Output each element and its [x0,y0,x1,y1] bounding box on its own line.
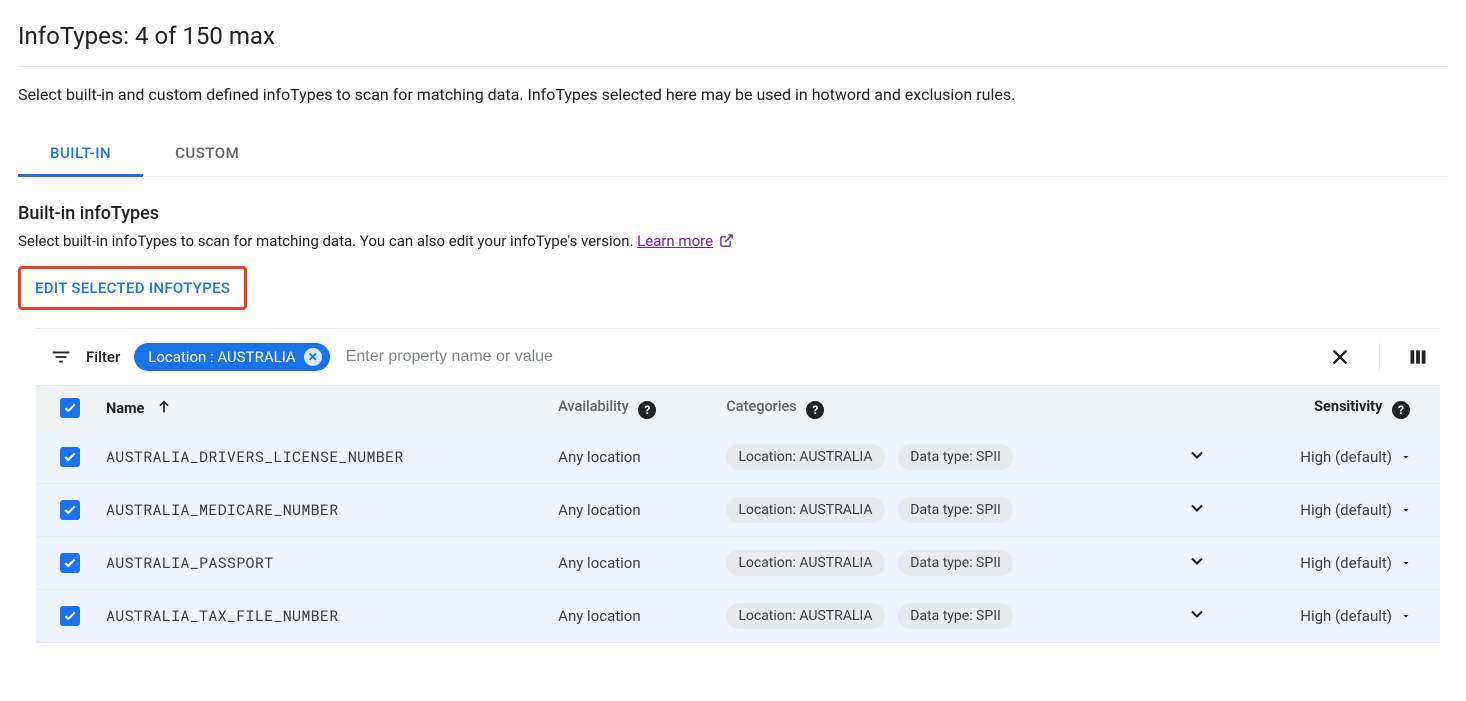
external-link-icon [719,234,734,252]
dropdown-icon [1400,451,1412,463]
filter-chip-location[interactable]: Location : AUSTRALIA ✕ [134,343,329,371]
divider [18,66,1448,67]
table-row: AUSTRALIA_MEDICARE_NUMBER Any location L… [36,484,1440,537]
column-header-expand [1167,386,1227,432]
table-row: AUSTRALIA_DRIVERS_LICENSE_NUMBER Any loc… [36,431,1440,484]
column-settings-icon[interactable] [1408,347,1428,367]
sensitivity-dropdown[interactable]: High (default) [1237,607,1430,625]
column-header-availability[interactable]: Availability ? [548,386,716,432]
column-header-sensitivity[interactable]: Sensitivity ? [1227,386,1440,432]
availability-value: Any location [548,537,716,590]
column-availability-label: Availability [558,398,629,415]
section-subtitle-text: Select built-in infoTypes to scan for ma… [18,232,637,250]
help-icon[interactable]: ? [1392,401,1410,419]
expand-row-icon[interactable] [1167,590,1227,643]
filter-icon [50,346,72,368]
filter-bar: Filter Location : AUSTRALIA ✕ [36,329,1440,385]
availability-value: Any location [548,484,716,537]
category-pill-datatype: Data type: SPII [898,550,1013,576]
section-title: Built-in infoTypes [18,203,1448,224]
category-pill-location: Location: AUSTRALIA [726,603,884,629]
sensitivity-dropdown[interactable]: High (default) [1237,448,1430,466]
page-title: InfoTypes: 4 of 150 max [18,22,1448,50]
infotype-name: AUSTRALIA_PASSPORT [96,537,548,590]
category-pill-location: Location: AUSTRALIA [726,550,884,576]
tab-custom[interactable]: CUSTOM [143,132,271,176]
column-header-categories[interactable]: Categories ? [716,386,1167,432]
categories-cell: Location: AUSTRALIA Data type: SPII [716,590,1167,643]
filter-label: Filter [86,348,120,366]
section-subtitle: Select built-in infoTypes to scan for ma… [18,232,1448,252]
expand-row-icon[interactable] [1167,431,1227,484]
dropdown-icon [1400,557,1412,569]
learn-more-link[interactable]: Learn more [637,232,713,250]
sensitivity-value: High (default) [1300,607,1392,625]
toolbar-separator [1379,343,1380,371]
expand-row-icon[interactable] [1167,537,1227,590]
category-pill-datatype: Data type: SPII [898,444,1013,470]
clear-filter-icon[interactable] [1329,346,1351,368]
category-pill-location: Location: AUSTRALIA [726,444,884,470]
filter-chip-remove-icon[interactable]: ✕ [304,348,322,366]
sensitivity-value: High (default) [1300,554,1392,572]
help-icon[interactable]: ? [638,401,656,419]
edit-selected-infotypes-button[interactable]: EDIT SELECTED INFOTYPES [18,266,247,310]
select-all-checkbox[interactable] [60,398,80,418]
sensitivity-dropdown[interactable]: High (default) [1237,554,1430,572]
column-sensitivity-label: Sensitivity [1314,398,1382,415]
dropdown-icon [1400,504,1412,516]
categories-cell: Location: AUSTRALIA Data type: SPII [716,431,1167,484]
expand-row-icon[interactable] [1167,484,1227,537]
categories-cell: Location: AUSTRALIA Data type: SPII [716,484,1167,537]
tab-builtin[interactable]: BUILT-IN [18,132,143,176]
dropdown-icon [1400,610,1412,622]
filter-input[interactable] [344,347,1315,367]
availability-value: Any location [548,590,716,643]
category-pill-datatype: Data type: SPII [898,497,1013,523]
row-checkbox[interactable] [60,500,80,520]
category-pill-location: Location: AUSTRALIA [726,497,884,523]
column-categories-label: Categories [726,398,796,415]
help-icon[interactable]: ? [806,401,824,419]
column-header-name[interactable]: Name [96,386,548,432]
table-row: AUSTRALIA_PASSPORT Any location Location… [36,537,1440,590]
infotype-name: AUSTRALIA_MEDICARE_NUMBER [96,484,548,537]
categories-cell: Location: AUSTRALIA Data type: SPII [716,537,1167,590]
table-row: AUSTRALIA_TAX_FILE_NUMBER Any location L… [36,590,1440,643]
row-checkbox[interactable] [60,606,80,626]
sort-ascending-icon [156,402,172,419]
column-name-label: Name [106,400,144,417]
sensitivity-value: High (default) [1300,501,1392,519]
table-container: Filter Location : AUSTRALIA ✕ [36,328,1440,643]
row-checkbox[interactable] [60,447,80,467]
tabs: BUILT-IN CUSTOM [18,132,1448,177]
sensitivity-value: High (default) [1300,448,1392,466]
infotype-name: AUSTRALIA_TAX_FILE_NUMBER [96,590,548,643]
infotype-name: AUSTRALIA_DRIVERS_LICENSE_NUMBER [96,431,548,484]
infotypes-table: Name Availability ? Categories ? [36,385,1440,643]
row-checkbox[interactable] [60,553,80,573]
filter-chip-text: Location : AUSTRALIA [148,348,295,366]
sensitivity-dropdown[interactable]: High (default) [1237,501,1430,519]
category-pill-datatype: Data type: SPII [898,603,1013,629]
availability-value: Any location [548,431,716,484]
page-description: Select built-in and custom defined infoT… [18,85,1448,104]
